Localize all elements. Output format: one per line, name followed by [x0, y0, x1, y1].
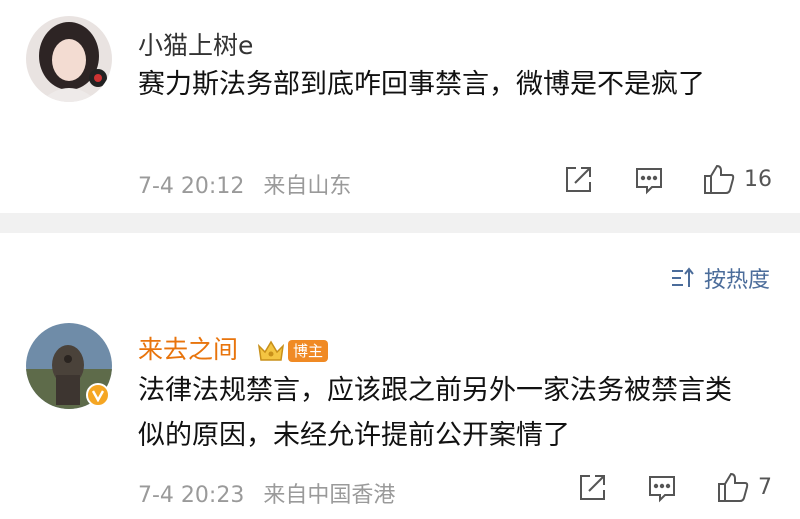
share-icon — [566, 167, 591, 192]
username[interactable]: 来去之间 博主 — [138, 330, 328, 366]
author-badge-label: 博主 — [287, 340, 328, 362]
like-button[interactable]: 16 — [702, 162, 772, 196]
thumbs-up-icon — [704, 164, 735, 194]
section-divider — [0, 213, 800, 233]
reply-button[interactable] — [646, 471, 678, 505]
share-icon — [580, 475, 605, 500]
comment-text: 法律法规禁言，应该跟之前另外一家法务被禁言类似的原因，未经允许提前公开案情了 — [138, 375, 732, 451]
comment-meta: 7-4 20:23 来自中国香港 — [138, 477, 395, 509]
comment-item: 小猫上树e 赛力斯法务部到底咋回事禁言，微博是不是疯了 7-4 20:12 来自… — [0, 0, 800, 213]
username-text: 来去之间 — [138, 335, 239, 364]
comment-icon — [649, 476, 675, 503]
comment-item: 来去之间 博主 法律法规禁言，应该跟之前另外一家法务被禁言类似的原因，未经允许提… — [0, 233, 800, 519]
comment-location: 来自山东 — [263, 174, 352, 199]
reply-button[interactable] — [633, 163, 665, 197]
username[interactable]: 小猫上树e — [138, 26, 253, 62]
comment-time: 7-4 20:23 — [138, 483, 245, 508]
comment-text: 赛力斯法务部到底咋回事禁言，微博是不是疯了 — [138, 69, 705, 100]
verified-v-icon — [86, 383, 110, 407]
comment-location: 来自中国香港 — [263, 483, 396, 508]
comment-meta: 7-4 20:12 来自山东 — [138, 168, 351, 200]
share-button[interactable] — [576, 471, 608, 505]
thumbs-up-icon — [718, 472, 749, 502]
comment-icon — [636, 168, 662, 195]
like-count: 16 — [744, 166, 772, 192]
like-count: 7 — [758, 474, 772, 500]
crown-icon — [257, 340, 285, 361]
share-button[interactable] — [562, 163, 594, 197]
like-button[interactable]: 7 — [716, 470, 772, 504]
comment-time: 7-4 20:12 — [138, 174, 245, 199]
author-badge: 博主 — [256, 338, 328, 364]
avatar[interactable] — [26, 16, 112, 102]
